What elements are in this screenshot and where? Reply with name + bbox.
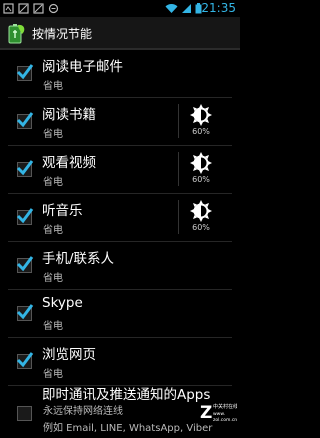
check-icon [16, 256, 34, 272]
brightness-percent: 60% [192, 175, 210, 184]
brightness-icon[interactable] [190, 152, 212, 174]
item-subtitle: 省电 [43, 81, 63, 92]
divider [178, 152, 179, 186]
checkbox-unchecked[interactable] [17, 406, 32, 421]
status-bar: 21:35 [0, 0, 240, 17]
brightness-percent: 60% [192, 127, 210, 136]
notification-icon [18, 3, 29, 14]
svg-text:www.: www. [213, 412, 225, 417]
battery-leaf-icon [8, 24, 25, 44]
item-label: 阅读电子邮件 [42, 59, 123, 75]
item-label: Skype [42, 295, 83, 311]
item-label: 手机/联系人 [42, 251, 115, 267]
clock: 21:35 [201, 1, 236, 15]
check-icon [16, 352, 34, 368]
item-label: 观看视频 [42, 155, 96, 171]
brightness-percent: 60% [192, 223, 210, 232]
item-subtitle: 省电 [43, 321, 63, 332]
item-subtitle: 省电 [43, 225, 63, 236]
item-subtitle: 省电 [43, 129, 63, 140]
checkbox-checked[interactable] [16, 256, 34, 273]
checkbox-checked[interactable] [16, 352, 34, 369]
item-subtitle: 永远保持网络连线 [43, 406, 123, 417]
notification-icon [3, 3, 14, 14]
check-icon [16, 304, 34, 320]
check-icon [16, 208, 34, 224]
item-label: 阅读书籍 [42, 107, 96, 123]
notification-icon [48, 3, 59, 14]
item-subtitle: 省电 [43, 177, 63, 188]
list-item-skype[interactable]: Skype 省电 [0, 290, 240, 338]
wifi-icon [165, 4, 178, 13]
checkbox-checked[interactable] [16, 160, 34, 177]
list-item-read-books[interactable]: 阅读书籍 省电 60% [0, 98, 240, 146]
svg-text:中关村在线: 中关村在线 [213, 403, 237, 410]
check-icon [16, 64, 34, 80]
list-item-watch-video[interactable]: 观看视频 省电 60% [0, 146, 240, 194]
item-label: 浏览网页 [42, 347, 96, 363]
brightness-icon[interactable] [190, 104, 212, 126]
check-icon [16, 112, 34, 128]
checkbox-checked[interactable] [16, 64, 34, 81]
signal-icon [182, 4, 191, 13]
app-bar: 按情况节能 [0, 17, 240, 50]
notification-icon [33, 3, 44, 14]
checkbox-checked[interactable] [16, 112, 34, 129]
checkbox-checked[interactable] [16, 304, 34, 321]
list-item-listen-music[interactable]: 听音乐 省电 60% [0, 194, 240, 242]
list-item-phone-contacts[interactable]: 手机/联系人 省电 [0, 242, 240, 290]
svg-text:Z: Z [200, 403, 212, 423]
item-label: 听音乐 [42, 203, 83, 219]
divider [178, 200, 179, 234]
divider [178, 104, 179, 138]
brightness-icon[interactable] [190, 200, 212, 222]
checkbox-checked[interactable] [16, 208, 34, 225]
item-label: 即时通讯及推送通知的Apps [42, 387, 211, 403]
check-icon [16, 160, 34, 176]
list-item-read-email[interactable]: 阅读电子邮件 省电 [0, 50, 240, 98]
page-title: 按情况节能 [32, 27, 93, 41]
svg-text:zol.com.cn: zol.com.cn [213, 417, 237, 423]
item-subtitle: 省电 [43, 273, 63, 284]
zol-watermark-logo: Z 中关村在线 www. zol.com.cn [200, 403, 237, 423]
